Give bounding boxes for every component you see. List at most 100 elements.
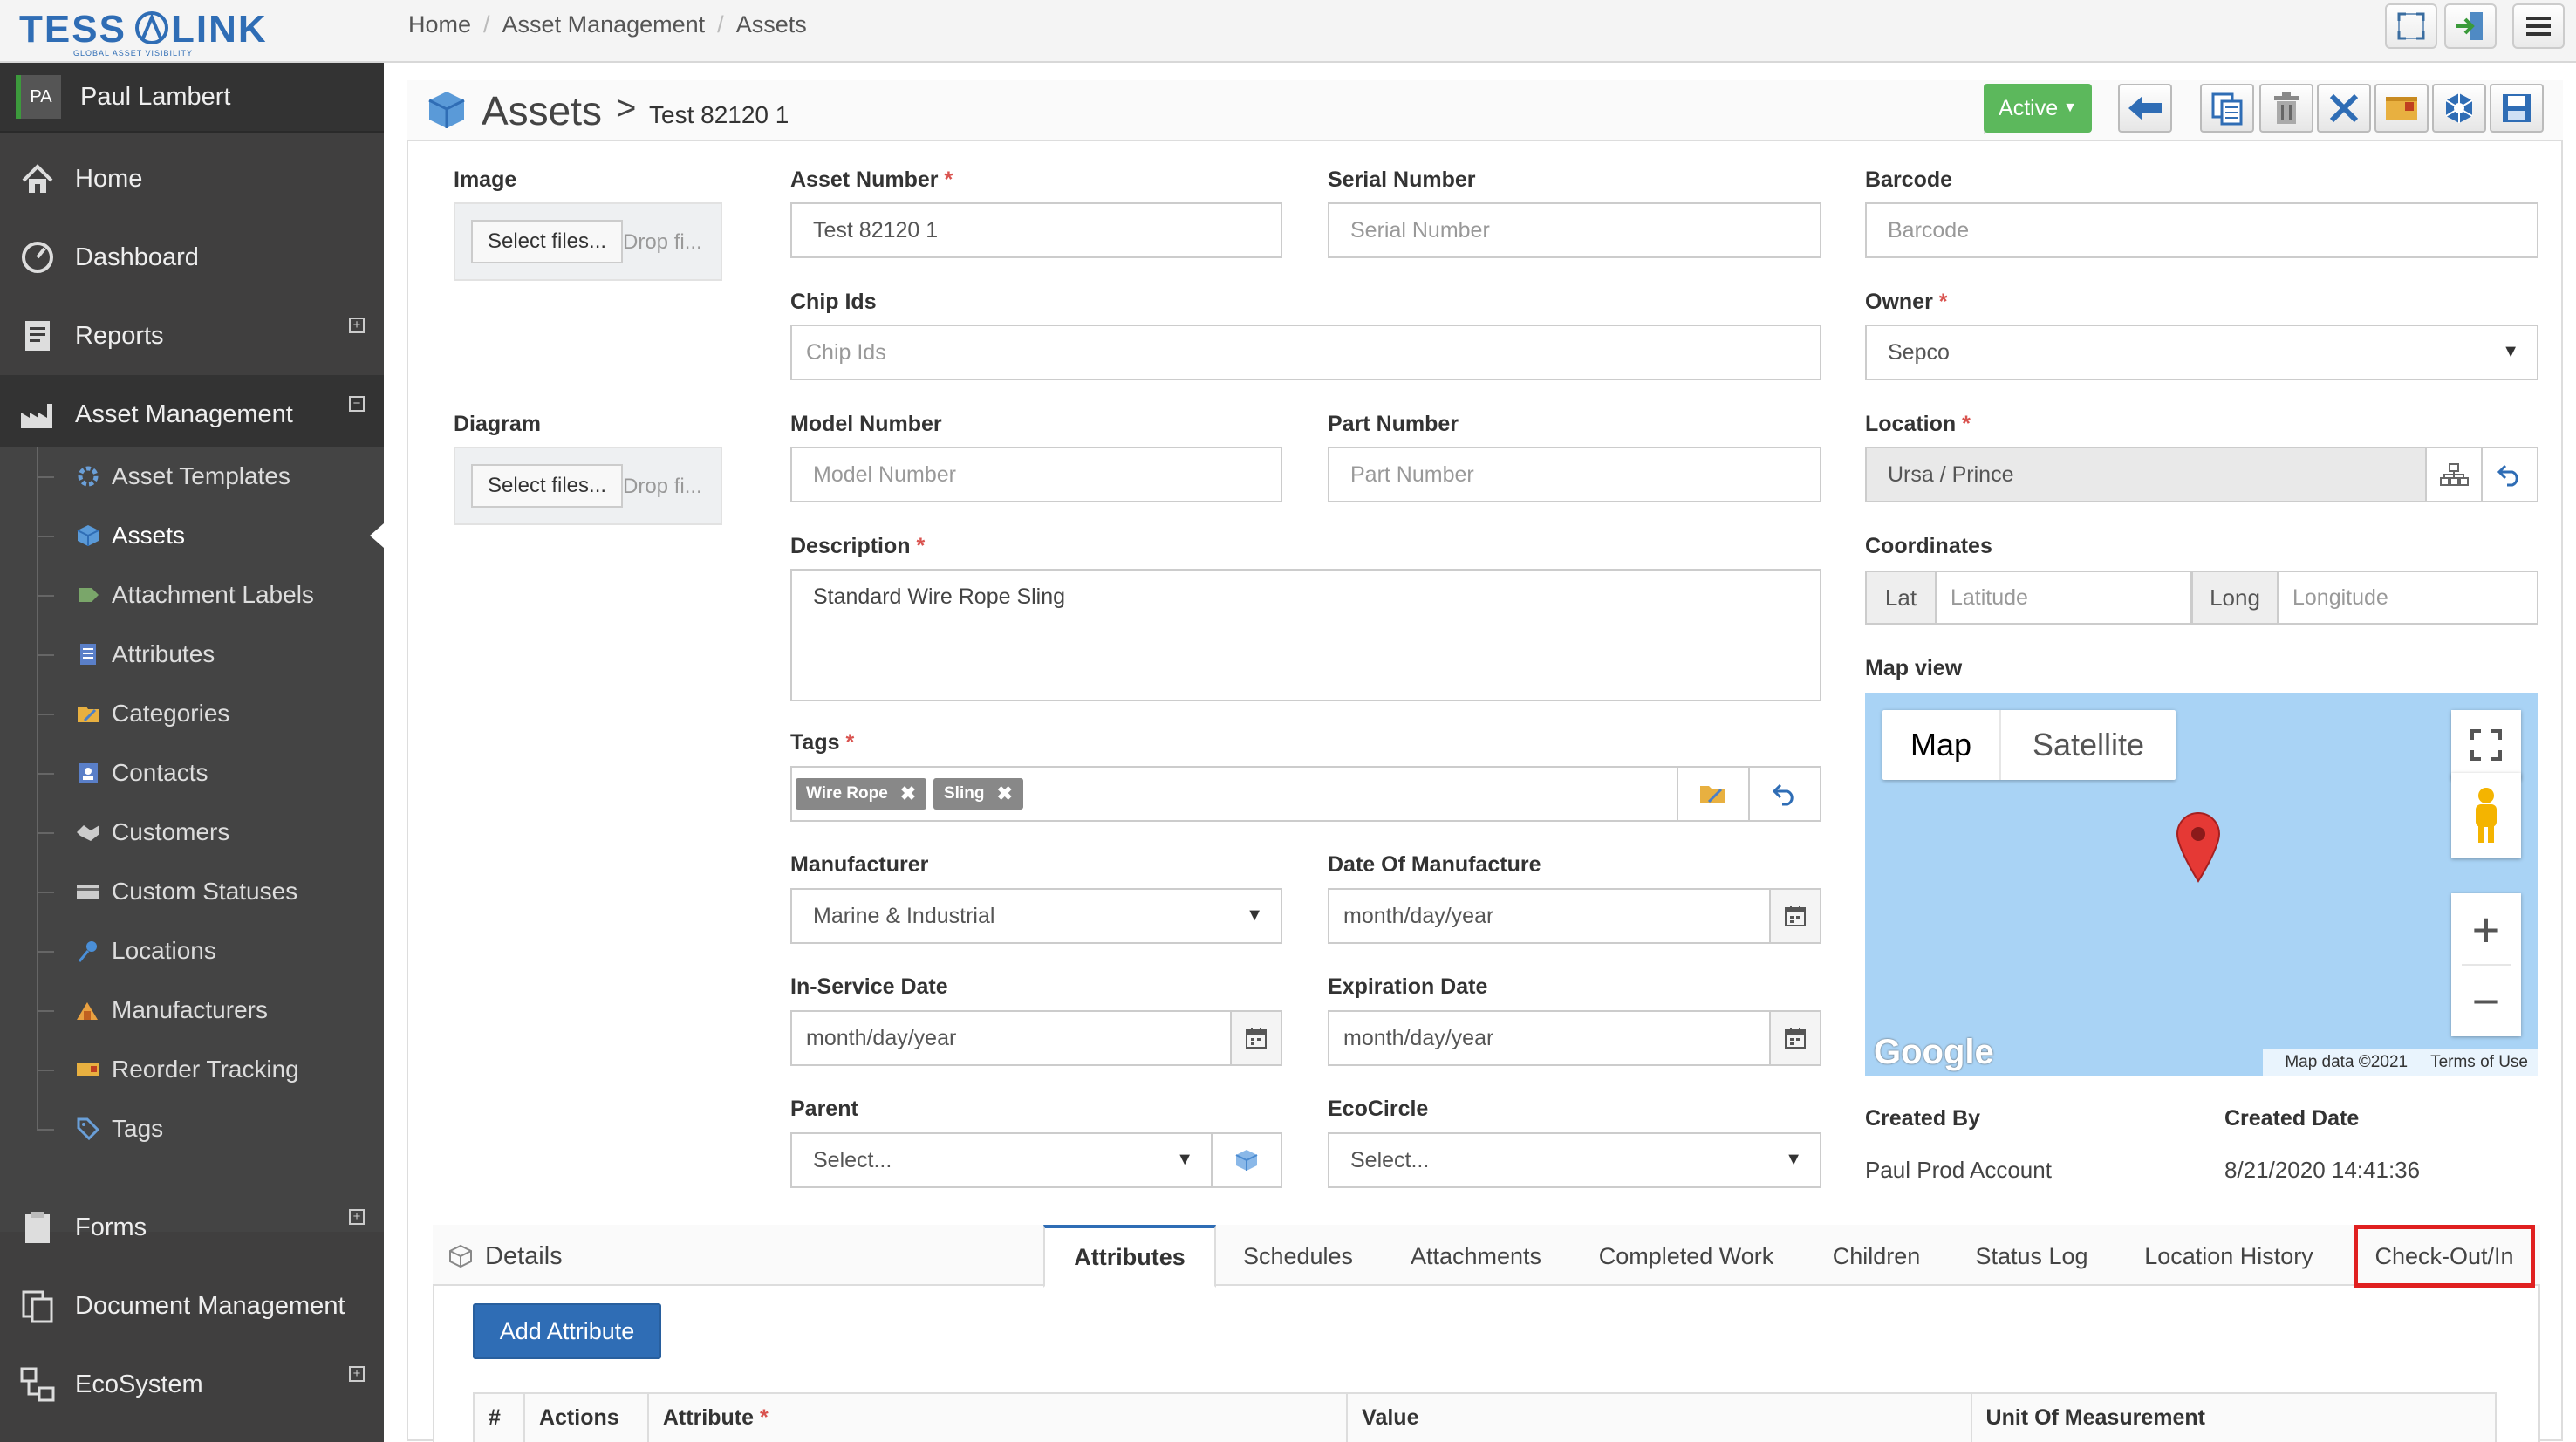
nav-document-management[interactable]: Document Management: [0, 1267, 384, 1345]
zoom-in-button[interactable]: +: [2451, 893, 2521, 965]
sidebar-item-reorder-tracking[interactable]: Reorder Tracking: [0, 1040, 384, 1099]
add-attribute-button[interactable]: Add Attribute: [473, 1303, 661, 1359]
nav-ecosystem[interactable]: EcoSystem +: [0, 1345, 384, 1424]
tab-completed-work[interactable]: Completed Work: [1577, 1227, 1795, 1286]
tab-attachments[interactable]: Attachments: [1382, 1227, 1570, 1286]
nav-forms[interactable]: Forms +: [0, 1188, 384, 1267]
column-header-attribute[interactable]: Attribute *: [649, 1394, 1349, 1442]
sidebar-item-assets[interactable]: Assets: [0, 506, 384, 565]
created-date-value: 8/21/2020 14:41:36: [2224, 1157, 2421, 1183]
location-tree-button[interactable]: [2425, 447, 2483, 502]
sidebar-item-attributes[interactable]: Attributes: [0, 625, 384, 684]
cancel-button[interactable]: [2317, 84, 2371, 133]
latitude-input[interactable]: Latitude: [1935, 571, 2191, 625]
serial-number-label: Serial Number: [1328, 167, 1476, 192]
network-button[interactable]: [2432, 84, 2486, 133]
image-label: Image: [454, 167, 517, 192]
calendar-button[interactable]: [1230, 1012, 1281, 1064]
remove-tag-icon[interactable]: ✖: [996, 783, 1012, 805]
date-of-manufacture-input[interactable]: month/day/year: [1328, 888, 1821, 944]
tessalink-logo[interactable]: TESS LINK GLOBAL ASSET VISIBILITY: [19, 7, 281, 58]
calendar-button[interactable]: [1769, 890, 1820, 942]
logout-button[interactable]: [2444, 3, 2497, 49]
tab-status-log[interactable]: Status Log: [1958, 1227, 2106, 1286]
status-dropdown[interactable]: Active ▼: [1984, 84, 2092, 133]
nav-reports[interactable]: Reports +: [0, 297, 384, 375]
cube-icon: [428, 92, 465, 128]
map-type-satellite-button[interactable]: Satellite: [2001, 710, 2176, 780]
in-service-date-input[interactable]: month/day/year: [790, 1010, 1282, 1066]
sidebar-item-contacts[interactable]: Contacts: [0, 743, 384, 803]
sidebar-item-tags[interactable]: Tags: [0, 1099, 384, 1158]
model-number-input[interactable]: Model Number: [790, 447, 1282, 502]
map-view[interactable]: Map Satellite + − Google Map data ©2021 T…: [1865, 693, 2538, 1076]
serial-number-input[interactable]: Serial Number: [1328, 202, 1821, 258]
delete-button[interactable]: [2259, 84, 2313, 133]
tags-reset-button[interactable]: [1748, 766, 1821, 822]
copy-button[interactable]: [2200, 84, 2254, 133]
calendar-button[interactable]: [1769, 1012, 1820, 1064]
diagram-select-files-button[interactable]: Select files...: [471, 464, 623, 508]
longitude-input[interactable]: Longitude: [2277, 571, 2538, 625]
zoom-out-button[interactable]: −: [2451, 965, 2521, 1036]
save-button[interactable]: [2490, 84, 2544, 133]
menu-button[interactable]: [2512, 3, 2565, 49]
image-drop-zone[interactable]: Drop fi...: [623, 230, 702, 255]
expand-icon[interactable]: +: [349, 318, 365, 333]
street-view-button[interactable]: [2451, 773, 2521, 858]
sidebar-item-customers[interactable]: Customers: [0, 803, 384, 862]
chip-ids-input[interactable]: Chip Ids: [790, 325, 1821, 380]
remove-tag-icon[interactable]: ✖: [900, 783, 916, 805]
column-header-value[interactable]: Value: [1348, 1394, 1972, 1442]
parent-select[interactable]: Select... ▼: [790, 1132, 1213, 1188]
collapse-icon[interactable]: −: [349, 396, 365, 412]
diagram-drop-zone[interactable]: Drop fi...: [623, 475, 702, 499]
nav-dashboard[interactable]: Dashboard: [0, 218, 384, 297]
tags-picker-button[interactable]: [1677, 766, 1750, 822]
expiration-date-input[interactable]: month/day/year: [1328, 1010, 1821, 1066]
ecocircle-select[interactable]: Select... ▼: [1328, 1132, 1821, 1188]
tags-input[interactable]: Wire Rope ✖ Sling ✖: [790, 766, 1678, 822]
part-number-input[interactable]: Part Number: [1328, 447, 1821, 502]
breadcrumb-home[interactable]: Home: [408, 11, 471, 38]
tab-check-out-in[interactable]: Check-Out/In: [2354, 1225, 2535, 1288]
map-type-map-button[interactable]: Map: [1882, 710, 2001, 780]
manufacturer-select[interactable]: Marine & Industrial ▼: [790, 888, 1282, 944]
description-textarea[interactable]: Standard Wire Rope Sling: [790, 569, 1821, 701]
sidebar-item-custom-statuses[interactable]: Custom Statuses: [0, 862, 384, 921]
column-header-unit[interactable]: Unit Of Measurement: [1972, 1394, 2495, 1442]
tab-location-history[interactable]: Location History: [2113, 1227, 2345, 1286]
location-input[interactable]: Ursa / Prince: [1865, 447, 2427, 502]
nav-asset-management[interactable]: Asset Management −: [0, 375, 384, 454]
parent-asset-button[interactable]: [1211, 1132, 1282, 1188]
expand-icon[interactable]: +: [349, 1366, 365, 1382]
nav-home[interactable]: Home: [0, 140, 384, 218]
sidebar-item-categories[interactable]: Categories: [0, 684, 384, 743]
image-select-files-button[interactable]: Select files...: [471, 220, 623, 263]
sidebar-item-asset-templates[interactable]: Asset Templates: [0, 447, 384, 506]
tab-children[interactable]: Children: [1802, 1227, 1951, 1286]
column-header-number[interactable]: #: [475, 1394, 525, 1442]
location-reset-button[interactable]: [2481, 447, 2538, 502]
asset-number-input[interactable]: Test 82120 1: [790, 202, 1282, 258]
sidebar-item-manufacturers[interactable]: Manufacturers: [0, 981, 384, 1040]
owner-select[interactable]: Sepco ▼: [1865, 325, 2538, 380]
expand-icon[interactable]: +: [349, 1209, 365, 1225]
tag-icon: [73, 1114, 103, 1144]
barcode-input[interactable]: Barcode: [1865, 202, 2538, 258]
column-header-actions[interactable]: Actions: [525, 1394, 649, 1442]
sidebar-item-attachment-labels[interactable]: Attachment Labels: [0, 565, 384, 625]
nav-reports-label: Reports: [75, 321, 164, 350]
fullscreen-button[interactable]: [2385, 3, 2437, 49]
terms-of-use-link[interactable]: Terms of Use: [2430, 1053, 2528, 1072]
sidebar-item-locations[interactable]: Locations: [0, 921, 384, 981]
tab-attributes[interactable]: Attributes: [1043, 1225, 1216, 1288]
required-marker: *: [1938, 290, 1948, 314]
breadcrumb-asset-management[interactable]: Asset Management: [502, 11, 706, 38]
tab-schedules[interactable]: Schedules: [1221, 1227, 1375, 1286]
map-fullscreen-button[interactable]: [2451, 710, 2521, 780]
reorder-button[interactable]: [2374, 84, 2429, 133]
user-profile[interactable]: PA Paul Lambert: [0, 63, 384, 133]
back-button[interactable]: [2118, 84, 2172, 133]
page-title: Assets: [482, 88, 603, 133]
